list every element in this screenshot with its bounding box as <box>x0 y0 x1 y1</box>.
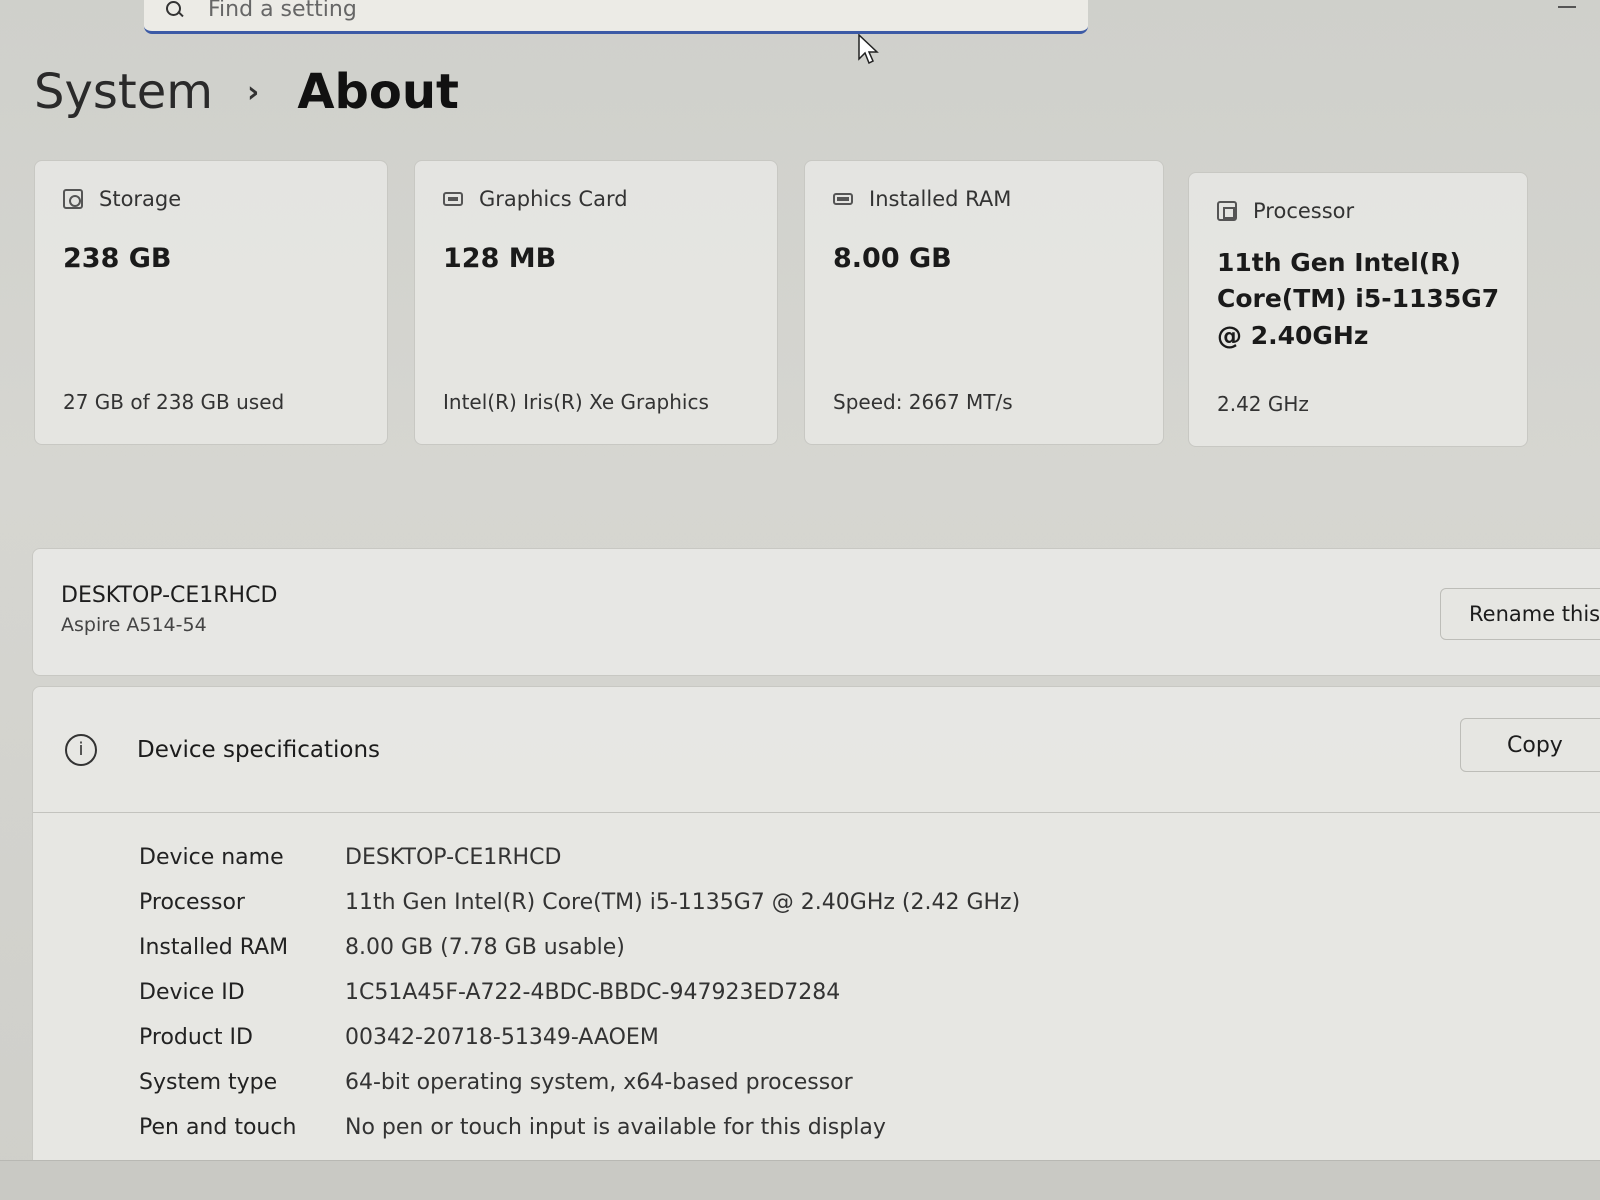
graphics-card-card[interactable]: Graphics Card 128 MB Intel(R) Iris(R) Xe… <box>414 160 778 445</box>
search-icon <box>166 0 184 19</box>
card-subtitle: Intel(R) Iris(R) Xe Graphics <box>443 390 709 414</box>
spec-row-device-id: Device ID 1C51A45F-A722-4BDC-BBDC-947923… <box>139 970 1600 1015</box>
processor-icon <box>1217 201 1237 221</box>
spec-label: Pen and touch <box>139 1115 297 1140</box>
spec-value: 00342-20718-51349-AAOEM <box>345 1025 659 1050</box>
minimize-icon[interactable] <box>1558 6 1576 8</box>
spec-label: Device name <box>139 845 284 870</box>
chevron-right-icon: › <box>247 74 260 110</box>
spec-row-device-name: Device name DESKTOP-CE1RHCD <box>139 835 1600 880</box>
card-subtitle: 27 GB of 238 GB used <box>63 390 285 414</box>
ram-icon <box>833 193 853 205</box>
card-value: 8.00 GB <box>833 243 952 274</box>
spec-label: Processor <box>139 890 245 915</box>
search-box[interactable] <box>144 0 1088 34</box>
rename-pc-button[interactable]: Rename this PC <box>1440 588 1600 640</box>
device-name-panel: DESKTOP-CE1RHCD Aspire A514-54 <box>32 548 1600 676</box>
device-specifications-panel: i Device specifications Device name DESK… <box>32 686 1600 1200</box>
storage-card[interactable]: Storage 238 GB 27 GB of 238 GB used <box>34 160 388 445</box>
card-value: 238 GB <box>63 243 172 274</box>
spec-value: No pen or touch input is available for t… <box>345 1115 886 1140</box>
next-section-edge <box>0 1160 1600 1200</box>
card-title: Graphics Card <box>479 187 628 211</box>
card-title: Installed RAM <box>869 187 1012 211</box>
spec-label: Device ID <box>139 980 245 1005</box>
mouse-cursor-icon <box>858 34 879 65</box>
processor-card[interactable]: Processor 11th Gen Intel(R) Core(TM) i5-… <box>1188 172 1528 447</box>
spec-row-installed-ram: Installed RAM 8.00 GB (7.78 GB usable) <box>139 925 1600 970</box>
installed-ram-card[interactable]: Installed RAM 8.00 GB Speed: 2667 MT/s <box>804 160 1164 445</box>
card-title: Processor <box>1253 199 1355 223</box>
card-value: 128 MB <box>443 243 557 274</box>
page-title: About <box>297 64 459 120</box>
spec-row-processor: Processor 11th Gen Intel(R) Core(TM) i5-… <box>139 880 1600 925</box>
search-input[interactable] <box>208 0 808 22</box>
spec-value: 64-bit operating system, x64-based proce… <box>345 1070 853 1095</box>
spec-row-system-type: System type 64-bit operating system, x64… <box>139 1060 1600 1105</box>
card-title: Storage <box>99 187 182 211</box>
section-title: Device specifications <box>137 736 381 763</box>
spec-label: Product ID <box>139 1025 253 1050</box>
spec-label: System type <box>139 1070 278 1095</box>
info-icon: i <box>65 733 97 766</box>
spec-list: Device name DESKTOP-CE1RHCD Processor 11… <box>33 813 1600 1150</box>
device-specifications-header[interactable]: i Device specifications <box>33 687 1600 813</box>
spec-row-product-id: Product ID 00342-20718-51349-AAOEM <box>139 1015 1600 1060</box>
card-subtitle: Speed: 2667 MT/s <box>833 390 1013 414</box>
storage-icon <box>63 189 83 209</box>
device-name: DESKTOP-CE1RHCD <box>61 583 278 608</box>
graphics-card-icon <box>443 192 463 206</box>
spec-value: 8.00 GB (7.78 GB usable) <box>345 935 625 960</box>
device-model: Aspire A514-54 <box>61 614 207 636</box>
card-subtitle: 2.42 GHz <box>1217 392 1309 416</box>
breadcrumb-system[interactable]: System <box>34 64 213 120</box>
card-value: 11th Gen Intel(R) Core(TM) i5-1135G7 @ 2… <box>1217 248 1500 350</box>
spec-label: Installed RAM <box>139 935 289 960</box>
spec-value: 1C51A45F-A722-4BDC-BBDC-947923ED7284 <box>345 980 841 1005</box>
spec-value: DESKTOP-CE1RHCD <box>345 845 562 870</box>
breadcrumb: System › About <box>34 64 459 120</box>
copy-specs-button[interactable]: Copy <box>1460 718 1600 772</box>
spec-row-pen-and-touch: Pen and touch No pen or touch input is a… <box>139 1105 1600 1150</box>
spec-value: 11th Gen Intel(R) Core(TM) i5-1135G7 @ 2… <box>345 890 1021 915</box>
